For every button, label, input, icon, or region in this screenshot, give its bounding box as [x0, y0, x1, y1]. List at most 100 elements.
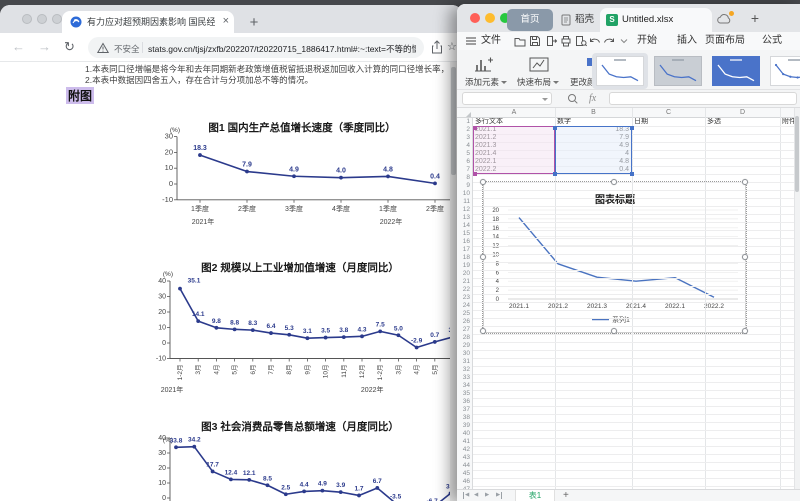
- row-header-34[interactable]: 34: [457, 382, 470, 390]
- minimize-light[interactable]: [485, 13, 495, 23]
- row-header-6[interactable]: 6: [457, 158, 470, 166]
- share-icon[interactable]: [431, 40, 443, 55]
- range-handle[interactable]: [553, 126, 557, 130]
- export-icon[interactable]: [545, 35, 557, 47]
- maximize-button[interactable]: [52, 14, 62, 24]
- row-header-45[interactable]: 45: [457, 470, 470, 478]
- print-preview-icon[interactable]: [575, 35, 587, 47]
- tab-document[interactable]: S Untitled.xlsx: [600, 8, 712, 32]
- add-element-button[interactable]: 添加元素: [460, 76, 512, 88]
- menu-start[interactable]: 开始: [637, 35, 657, 47]
- row-header-11[interactable]: 11: [457, 198, 470, 206]
- chart-category-range[interactable]: [473, 126, 555, 174]
- row-header-8[interactable]: 8: [457, 174, 470, 182]
- row-header-9[interactable]: 9: [457, 182, 470, 190]
- row-header-41[interactable]: 41: [457, 438, 470, 446]
- column-header-C[interactable]: C: [632, 108, 705, 118]
- row-header-28[interactable]: 28: [457, 334, 470, 342]
- row-header-33[interactable]: 33: [457, 374, 470, 382]
- row-header-25[interactable]: 25: [457, 310, 470, 318]
- quick-layout-button[interactable]: 快速布局: [512, 76, 564, 88]
- browser-tab[interactable]: 有力应对超预期因素影响 国民经 ×: [62, 11, 234, 33]
- row-header-40[interactable]: 40: [457, 430, 470, 438]
- forward-icon[interactable]: →: [38, 39, 51, 55]
- minimize-button[interactable]: [37, 14, 47, 24]
- open-icon[interactable]: [514, 35, 526, 47]
- row-header-15[interactable]: 15: [457, 230, 470, 238]
- range-handle[interactable]: [553, 172, 557, 176]
- wps-new-tab-button[interactable]: +: [746, 7, 764, 29]
- first-sheet-icon[interactable]: ◀: [463, 492, 469, 499]
- row-header-10[interactable]: 10: [457, 190, 470, 198]
- last-sheet-icon[interactable]: ▶: [496, 492, 503, 499]
- close-light[interactable]: [470, 13, 480, 23]
- zoom-icon[interactable]: [567, 93, 579, 105]
- chart-resize-handle[interactable]: [742, 179, 748, 185]
- row-header-37[interactable]: 37: [457, 406, 470, 414]
- row-header-29[interactable]: 29: [457, 342, 470, 350]
- chart-style-thumb-2[interactable]: [654, 56, 702, 86]
- tab-close-icon[interactable]: ×: [223, 15, 229, 27]
- row-header-32[interactable]: 32: [457, 366, 470, 374]
- add-element-icon[interactable]: [473, 56, 493, 74]
- redo-icon[interactable]: [603, 35, 615, 47]
- cell-header-日期[interactable]: 日期: [634, 118, 703, 126]
- row-header-22[interactable]: 22: [457, 286, 470, 294]
- close-button[interactable]: [22, 14, 32, 24]
- formula-input[interactable]: [609, 92, 797, 105]
- address-bar[interactable]: 不安全 stats.gov.cn/tjsj/zxfb/202207/t20220…: [88, 37, 424, 58]
- row-header-13[interactable]: 13: [457, 214, 470, 222]
- cell-header-数字[interactable]: 数字: [557, 118, 630, 126]
- more-icon[interactable]: [618, 35, 630, 47]
- chart-resize-handle[interactable]: [611, 328, 617, 334]
- cell-header-多行文本[interactable]: 多行文本: [475, 118, 553, 126]
- row-header-5[interactable]: 5: [457, 150, 470, 158]
- row-header-38[interactable]: 38: [457, 414, 470, 422]
- row-header-23[interactable]: 23: [457, 294, 470, 302]
- cell-header-多选[interactable]: 多选: [707, 118, 778, 126]
- range-handle[interactable]: [630, 126, 634, 130]
- back-icon[interactable]: ←: [12, 39, 25, 55]
- reload-icon[interactable]: ↻: [64, 39, 75, 55]
- chart-value-range[interactable]: [555, 126, 632, 174]
- column-header-B[interactable]: B: [555, 108, 632, 118]
- chart-resize-handle[interactable]: [742, 254, 748, 260]
- row-header-24[interactable]: 24: [457, 302, 470, 310]
- row-header-44[interactable]: 44: [457, 462, 470, 470]
- chart-style-thumb-1[interactable]: [596, 56, 644, 86]
- row-header-31[interactable]: 31: [457, 358, 470, 366]
- menu-formulas[interactable]: 公式: [762, 35, 782, 47]
- browser-scrollbar-thumb[interactable]: [451, 67, 456, 175]
- add-sheet-icon[interactable]: +: [563, 490, 569, 501]
- select-all-corner[interactable]: [466, 112, 471, 117]
- range-handle[interactable]: [473, 126, 477, 130]
- chart-resize-handle[interactable]: [480, 328, 486, 334]
- row-header-43[interactable]: 43: [457, 454, 470, 462]
- chart-resize-handle[interactable]: [480, 254, 486, 260]
- next-sheet-icon[interactable]: ▶: [485, 492, 489, 499]
- sheet-tab[interactable]: 表1: [515, 490, 555, 501]
- range-handle[interactable]: [630, 172, 634, 176]
- row-header-14[interactable]: 14: [457, 222, 470, 230]
- row-header-21[interactable]: 21: [457, 278, 470, 286]
- star-icon[interactable]: ☆: [447, 40, 457, 53]
- chart-resize-handle[interactable]: [742, 328, 748, 334]
- tab-docer[interactable]: 稻壳: [558, 9, 602, 31]
- row-header-46[interactable]: 46: [457, 478, 470, 486]
- menu-insert[interactable]: 插入: [677, 35, 697, 47]
- row-header-20[interactable]: 20: [457, 270, 470, 278]
- name-box[interactable]: [462, 92, 552, 105]
- new-tab-button[interactable]: +: [244, 13, 264, 33]
- row-header-36[interactable]: 36: [457, 398, 470, 406]
- range-handle[interactable]: [473, 172, 477, 176]
- save-icon[interactable]: [529, 35, 541, 47]
- undo-icon[interactable]: [589, 35, 601, 47]
- menu-file[interactable]: 文件: [481, 35, 501, 47]
- row-header-16[interactable]: 16: [457, 238, 470, 246]
- row-header-4[interactable]: 4: [457, 142, 470, 150]
- row-header-18[interactable]: 18: [457, 254, 470, 262]
- row-header-26[interactable]: 26: [457, 318, 470, 326]
- row-header-30[interactable]: 30: [457, 350, 470, 358]
- row-header-17[interactable]: 17: [457, 246, 470, 254]
- row-header-35[interactable]: 35: [457, 390, 470, 398]
